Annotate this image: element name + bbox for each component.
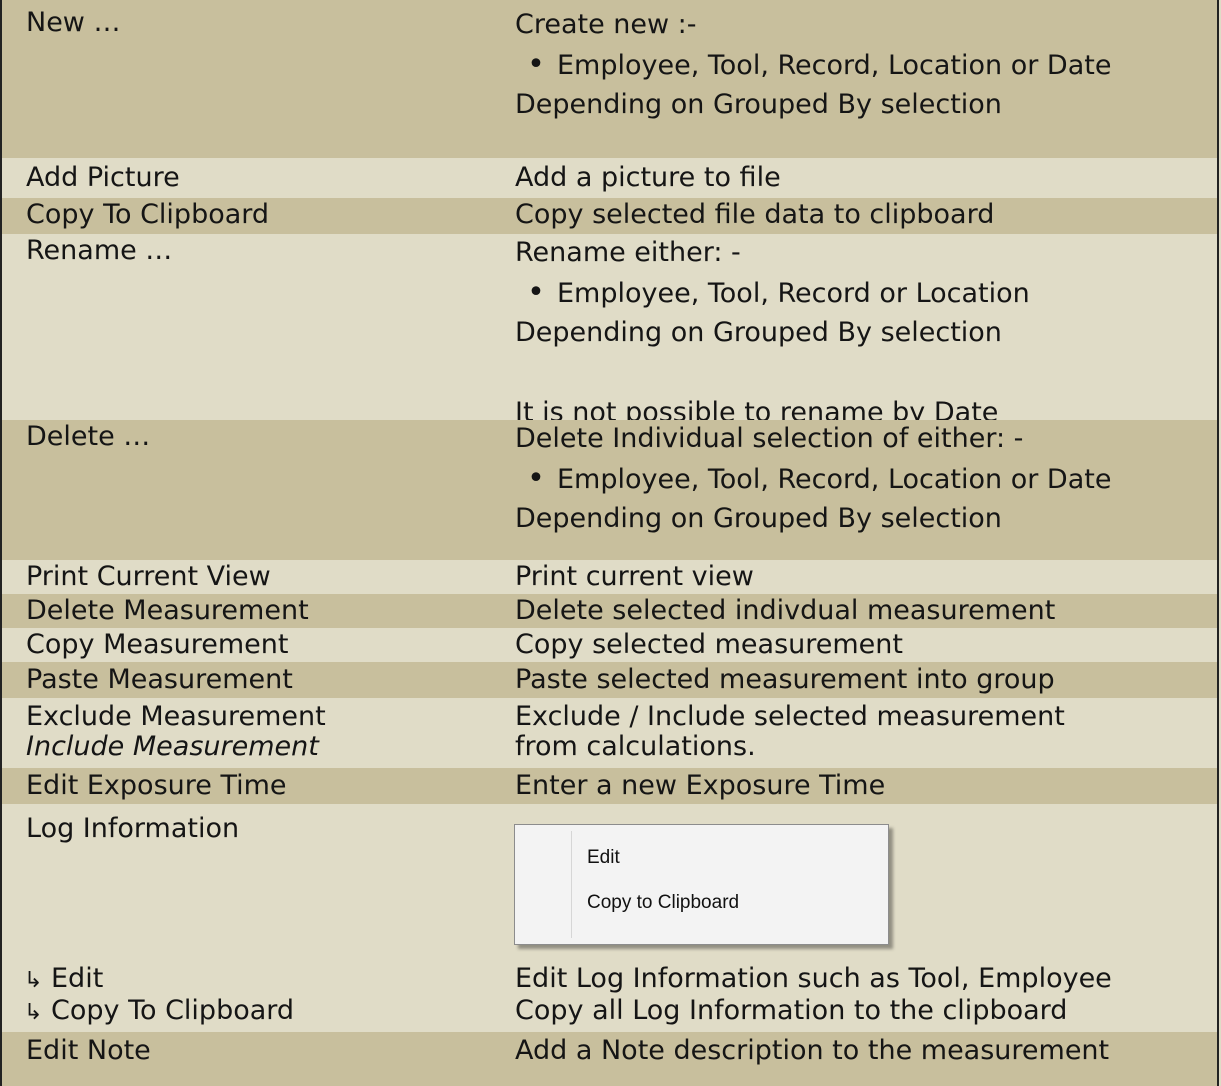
command-description: Copy all Log Information to the clipboar… xyxy=(515,995,1068,1026)
command-description: Delete Individual selection of either: -… xyxy=(515,422,1111,542)
command-label: Delete Measurement xyxy=(26,595,309,626)
command-label: Paste Measurement xyxy=(26,664,293,695)
table-row: Delete Measurement Delete selected indiv… xyxy=(2,594,1217,628)
table-row: Paste Measurement Paste selected measure… xyxy=(2,662,1217,698)
command-label-line: Exclude Measurement xyxy=(26,701,326,732)
command-description: Add a picture to file xyxy=(515,162,781,193)
table-row: Delete … Delete Individual selection of … xyxy=(2,420,1217,560)
menu-item-copy-to-clipboard[interactable]: Copy to Clipboard xyxy=(515,883,888,923)
description-bullet-line: Employee, Tool, Record or Location xyxy=(515,276,1030,316)
command-label: Exclude Measurement Include Measurement xyxy=(26,702,326,762)
command-label: Print Current View xyxy=(26,561,271,592)
command-label: ↳ Copy To Clipboard xyxy=(24,995,295,1026)
bullet-icon xyxy=(515,278,557,309)
table-row: ↳ Edit Edit Log Information such as Tool,… xyxy=(2,958,1217,994)
bullet-icon xyxy=(515,464,557,495)
command-label: Edit Exposure Time xyxy=(26,770,287,801)
menu-item-edit[interactable]: Edit xyxy=(515,838,888,878)
command-description: Copy selected file data to clipboard xyxy=(515,199,995,230)
command-description: Edit Log Information such as Tool, Emplo… xyxy=(515,963,1112,994)
description-line: Create new :- xyxy=(515,9,697,40)
table-row: ↳ Copy To Clipboard Copy all Log Informat… xyxy=(2,994,1217,1032)
command-label: Edit Note xyxy=(26,1035,151,1066)
table-row: Exclude Measurement Include Measurement … xyxy=(2,698,1217,768)
description-line xyxy=(515,356,1030,396)
table-row: Add Picture Add a picture to file xyxy=(2,158,1217,198)
command-description: Add a Note description to the measuremen… xyxy=(515,1035,1110,1066)
sub-item-arrow-icon: ↳ xyxy=(24,1000,43,1025)
command-label: Copy To Clipboard xyxy=(26,199,270,230)
command-label: Add Picture xyxy=(26,162,180,193)
command-description: Rename either: - Employee, Tool, Record … xyxy=(515,236,1030,436)
description-bullet-line: Employee, Tool, Record, Location or Date xyxy=(515,48,1111,88)
description-line: Delete Individual selection of either: - xyxy=(515,423,1024,454)
command-description: Delete selected indivdual measurement xyxy=(515,595,1056,626)
sub-item-arrow-icon: ↳ xyxy=(24,968,43,993)
command-label: Rename … xyxy=(26,235,173,266)
description-line: Depending on Grouped By selection xyxy=(515,317,1002,348)
command-label: Copy Measurement xyxy=(26,629,289,660)
command-label: Delete … xyxy=(26,421,151,452)
command-description: Copy selected measurement xyxy=(515,629,903,660)
description-bullet-line: Employee, Tool, Record, Location or Date xyxy=(515,462,1111,502)
log-information-context-menu: Edit Copy to Clipboard xyxy=(514,824,889,945)
command-description: Print current view xyxy=(515,561,754,592)
table-row: Print Current View Print current view xyxy=(2,560,1217,594)
command-label-alt: Include Measurement xyxy=(26,731,319,762)
command-description: Paste selected measurement into group xyxy=(515,664,1055,695)
table-row: New … Create new :- Employee, Tool, Reco… xyxy=(2,0,1217,158)
command-label: Log Information xyxy=(26,813,240,844)
bullet-icon xyxy=(515,50,557,81)
command-description: Enter a new Exposure Time xyxy=(515,770,886,801)
description-line: Rename either: - xyxy=(515,237,741,268)
table-row: Rename … Rename either: - Employee, Tool… xyxy=(2,234,1217,428)
command-description: Create new :- Employee, Tool, Record, Lo… xyxy=(515,8,1111,128)
description-line: Depending on Grouped By selection xyxy=(515,503,1002,534)
command-label: ↳ Edit xyxy=(24,963,104,994)
description-line: Depending on Grouped By selection xyxy=(515,89,1002,120)
command-label: New … xyxy=(26,7,121,38)
description-line: Exclude / Include selected measurement xyxy=(515,701,1065,732)
table-row: Copy To Clipboard Copy selected file dat… xyxy=(2,198,1217,234)
table-row: Edit Exposure Time Enter a new Exposure … xyxy=(2,768,1217,804)
table-row: Edit Note Add a Note description to the … xyxy=(2,1032,1217,1086)
command-description: Exclude / Include selected measurement f… xyxy=(515,702,1065,762)
description-line: from calculations. xyxy=(515,731,756,762)
table-row: Copy Measurement Copy selected measureme… xyxy=(2,628,1217,662)
